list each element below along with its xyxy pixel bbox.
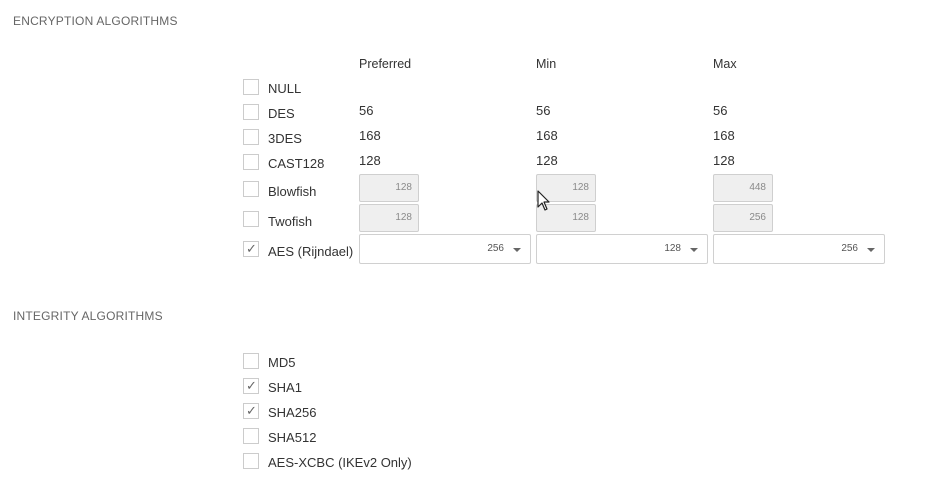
label-null: NULL bbox=[268, 81, 302, 96]
check-icon: ✓ bbox=[246, 403, 257, 418]
checkbox-blowfish[interactable]: ✓ bbox=[243, 181, 259, 197]
3des-min-value: 168 bbox=[536, 128, 558, 143]
label-sha512: SHA512 bbox=[268, 430, 317, 445]
aes-min-value: 128 bbox=[664, 243, 681, 254]
label-cast128: CAST128 bbox=[268, 156, 325, 171]
label-aes: AES (Rijndael) bbox=[268, 244, 354, 259]
label-aes-xcbc: AES-XCBC (IKEv2 Only) bbox=[268, 455, 412, 470]
encryption-section-title: ENCRYPTION ALGORITHMS bbox=[13, 14, 178, 28]
chevron-down-icon bbox=[690, 248, 698, 252]
check-icon: ✓ bbox=[246, 378, 257, 393]
checkbox-des[interactable]: ✓ bbox=[243, 104, 259, 120]
3des-max-value: 168 bbox=[713, 128, 735, 143]
aes-min-select[interactable]: 128 bbox=[536, 234, 708, 264]
label-sha1: SHA1 bbox=[268, 380, 302, 395]
checkbox-aes[interactable]: ✓ bbox=[243, 241, 259, 257]
chevron-down-icon bbox=[513, 248, 521, 252]
column-header-max: Max bbox=[713, 57, 737, 71]
twofish-max-input[interactable]: 256 bbox=[713, 204, 773, 232]
aes-max-value: 256 bbox=[841, 243, 858, 254]
label-3des: 3DES bbox=[268, 131, 302, 146]
label-des: DES bbox=[268, 106, 295, 121]
blowfish-preferred-input[interactable]: 128 bbox=[359, 174, 419, 202]
blowfish-max-input[interactable]: 448 bbox=[713, 174, 773, 202]
label-twofish: Twofish bbox=[268, 214, 313, 229]
des-max-value: 56 bbox=[713, 103, 728, 118]
aes-preferred-value: 256 bbox=[487, 243, 504, 254]
checkbox-null[interactable]: ✓ bbox=[243, 79, 259, 95]
checkbox-aes-xcbc[interactable]: ✓ bbox=[243, 453, 259, 469]
checkbox-sha1[interactable]: ✓ bbox=[243, 378, 259, 394]
chevron-down-icon bbox=[867, 248, 875, 252]
aes-max-select[interactable]: 256 bbox=[713, 234, 885, 264]
integrity-section-title: INTEGRITY ALGORITHMS bbox=[13, 309, 163, 323]
cast128-preferred-value: 128 bbox=[359, 153, 381, 168]
label-sha256: SHA256 bbox=[268, 405, 317, 420]
des-preferred-value: 56 bbox=[359, 103, 374, 118]
label-md5: MD5 bbox=[268, 355, 296, 370]
cast128-min-value: 128 bbox=[536, 153, 558, 168]
checkbox-md5[interactable]: ✓ bbox=[243, 353, 259, 369]
checkbox-sha512[interactable]: ✓ bbox=[243, 428, 259, 444]
check-icon: ✓ bbox=[246, 241, 257, 256]
checkbox-3des[interactable]: ✓ bbox=[243, 129, 259, 145]
mouse-pointer-icon bbox=[537, 190, 550, 211]
label-blowfish: Blowfish bbox=[268, 184, 317, 199]
twofish-preferred-input[interactable]: 128 bbox=[359, 204, 419, 232]
3des-preferred-value: 168 bbox=[359, 128, 381, 143]
checkbox-twofish[interactable]: ✓ bbox=[243, 211, 259, 227]
checkbox-cast128[interactable]: ✓ bbox=[243, 154, 259, 170]
cast128-max-value: 128 bbox=[713, 153, 735, 168]
des-min-value: 56 bbox=[536, 103, 551, 118]
checkbox-sha256[interactable]: ✓ bbox=[243, 403, 259, 419]
column-header-preferred: Preferred bbox=[359, 57, 412, 71]
column-header-min: Min bbox=[536, 57, 557, 71]
aes-preferred-select[interactable]: 256 bbox=[359, 234, 531, 264]
